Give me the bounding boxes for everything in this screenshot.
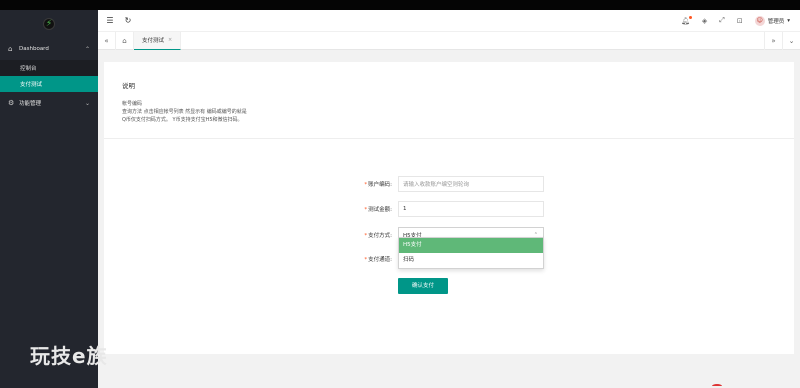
leaf-logo-icon: ⚡: [43, 18, 55, 30]
sidebar-section-label: Dashboard: [19, 46, 49, 52]
user-name: 管理员: [767, 18, 785, 25]
chevron-up-icon: ⌃: [84, 45, 90, 53]
divider: [104, 138, 794, 139]
logo[interactable]: ⚡: [0, 10, 98, 38]
channel-label: *支付通道:: [364, 257, 392, 263]
home-icon: ⌂: [8, 45, 13, 53]
sidebar-section-label: 功能管理: [19, 101, 42, 107]
tabs-scroll-right-icon[interactable]: »: [764, 31, 782, 50]
lock-icon[interactable]: ⊡: [737, 17, 743, 25]
sidebar: ⚡ ⌂ Dashboard ⌃ 控制台 支付测试 ⚙ 功能管理 ⌄: [0, 10, 98, 388]
channel-row: *支付通道:: [360, 255, 398, 263]
home-tab-icon[interactable]: ⌂: [116, 31, 134, 50]
method-dropdown: H5支付 扫码: [398, 237, 544, 269]
main-content: 说明 帐号编码 查询方法 点击相应帐号列表 然显示有 编码或编号的就是 Q币仅支…: [98, 50, 800, 388]
dashboard-submenu: 控制台 支付测试: [0, 60, 98, 92]
avatar: ☺: [754, 15, 765, 26]
tab-payment-test[interactable]: 支付测试 ×: [134, 31, 182, 50]
close-icon[interactable]: ×: [168, 37, 172, 43]
bell-icon[interactable]: 🔔︎: [681, 15, 692, 25]
tab-label: 支付测试: [142, 38, 165, 44]
dropdown-option-h5[interactable]: H5支付: [399, 238, 543, 253]
sidebar-section-dashboard[interactable]: ⌂ Dashboard ⌃: [0, 38, 98, 60]
method-label: *支付方式:: [364, 233, 392, 239]
sidebar-item-payment-test[interactable]: 支付测试: [0, 76, 98, 92]
account-input[interactable]: 请输入收款账户编空则轮询: [398, 176, 544, 192]
refresh-icon[interactable]: ↻: [122, 16, 134, 25]
chevron-down-icon: ▾: [787, 17, 790, 24]
amount-label: *测试金额:: [364, 207, 392, 213]
tabs-menu-chevron-icon[interactable]: ⌄: [782, 31, 800, 50]
user-menu[interactable]: ☺ 管理员 ▾: [754, 15, 790, 26]
card-title: 说明: [122, 82, 135, 90]
tabs-scroll-left-icon[interactable]: «: [98, 31, 116, 50]
form-card: 说明 帐号编码 查询方法 点击相应帐号列表 然显示有 编码或编号的就是 Q币仅支…: [104, 62, 794, 354]
account-row: *账户编码: 请输入收款账户编空则轮询: [360, 176, 544, 192]
menu-toggle-icon[interactable]: ☰: [104, 16, 116, 25]
theme-icon[interactable]: ◈: [702, 17, 707, 25]
desc-line: 帐号编码: [122, 101, 143, 107]
notification-dot: [688, 15, 692, 19]
fullscreen-icon[interactable]: ⤢: [719, 16, 725, 25]
chevron-down-icon: ⌄: [84, 99, 90, 107]
dropdown-option-scan[interactable]: 扫码: [399, 253, 543, 268]
sidebar-item-console[interactable]: 控制台: [0, 60, 98, 76]
watermark: 玩技e族: [30, 344, 108, 368]
account-label: *账户编码:: [364, 182, 392, 188]
top-strip: [0, 0, 800, 10]
amount-input[interactable]: 1: [398, 201, 544, 217]
desc-line: 查询方法 点击相应帐号列表 然显示有 编码或编号的就是: [122, 109, 247, 115]
amount-row: *测试金额: 1: [360, 201, 544, 217]
sidebar-section-function-manage[interactable]: ⚙ 功能管理 ⌄: [0, 92, 98, 114]
confirm-pay-button[interactable]: 确认支付: [398, 278, 448, 294]
description: 帐号编码 查询方法 点击相应帐号列表 然显示有 编码或编号的就是 Q币仅支付扫码…: [122, 100, 247, 124]
top-header: ☰ ↻ 🔔︎ ◈ ⤢ ⊡ ☺ 管理员 ▾: [98, 10, 800, 32]
tabs-bar: « ⌂ 支付测试 × » ⌄: [98, 31, 800, 50]
desc-line: Q币仅支付扫码方式。 Y币支持支付宝H5和微信扫码。: [122, 117, 243, 123]
red-mark: [712, 384, 722, 388]
gear-icon: ⚙: [8, 99, 15, 107]
